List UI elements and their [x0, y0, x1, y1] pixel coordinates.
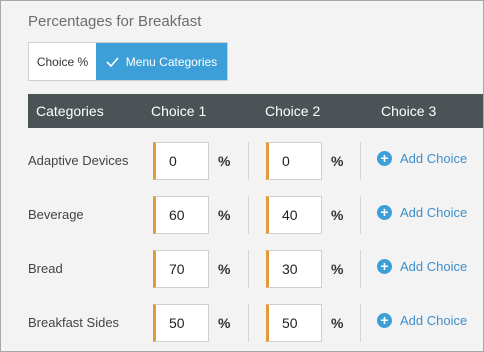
- choice-2-input[interactable]: [266, 250, 322, 288]
- percent-symbol: %: [331, 207, 344, 223]
- add-choice-button[interactable]: + Add Choice: [377, 205, 467, 220]
- header-choice-1: Choice 1: [151, 103, 207, 119]
- column-divider: [248, 250, 249, 288]
- row-category: Breakfast Sides: [28, 315, 120, 330]
- plus-icon: +: [377, 259, 392, 274]
- table-row: Beverage % % + Add Choice: [28, 196, 483, 250]
- add-choice-label: Add Choice: [400, 259, 468, 274]
- table-header: Categories Choice 1 Choice 2 Choice 3: [28, 94, 483, 128]
- check-icon: [106, 56, 119, 67]
- table-row: Adaptive Devices % % + Add Choice: [28, 142, 483, 196]
- choice-1-input[interactable]: [153, 250, 209, 288]
- add-choice-button[interactable]: + Add Choice: [377, 313, 467, 328]
- add-choice-label: Add Choice: [400, 205, 468, 220]
- header-choice-2: Choice 2: [265, 103, 321, 119]
- choice-1-input[interactable]: [153, 142, 209, 180]
- percentages-panel: Percentages for Breakfast Choice % Menu …: [0, 0, 484, 352]
- column-divider: [360, 304, 361, 342]
- choice-percent-button[interactable]: Choice %: [29, 43, 96, 80]
- column-divider: [248, 304, 249, 342]
- percent-symbol: %: [218, 315, 231, 331]
- add-choice-label: Add Choice: [400, 151, 468, 166]
- choice-2-input[interactable]: [266, 304, 322, 342]
- row-category: Beverage: [28, 207, 84, 222]
- page-title: Percentages for Breakfast: [28, 13, 202, 30]
- plus-icon: +: [377, 313, 392, 328]
- choice-2-input[interactable]: [266, 196, 322, 234]
- menu-categories-button[interactable]: Menu Categories: [96, 43, 227, 80]
- column-divider: [248, 196, 249, 234]
- row-category: Adaptive Devices: [28, 153, 129, 168]
- view-toggle: Choice % Menu Categories: [28, 42, 228, 81]
- percent-symbol: %: [331, 153, 344, 169]
- plus-icon: +: [377, 151, 392, 166]
- add-choice-label: Add Choice: [400, 313, 468, 328]
- header-choice-3: Choice 3: [381, 103, 437, 119]
- choice-2-input[interactable]: [266, 142, 322, 180]
- row-category: Bread: [28, 261, 63, 276]
- header-categories: Categories: [36, 103, 104, 119]
- percent-symbol: %: [331, 261, 344, 277]
- percent-symbol: %: [218, 207, 231, 223]
- percent-symbol: %: [331, 315, 344, 331]
- menu-categories-label: Menu Categories: [125, 54, 218, 69]
- percent-symbol: %: [218, 261, 231, 277]
- choice-1-input[interactable]: [153, 304, 209, 342]
- table-row: Bread % % + Add Choice: [28, 250, 483, 304]
- column-divider: [360, 196, 361, 234]
- percent-symbol: %: [218, 153, 231, 169]
- column-divider: [360, 142, 361, 180]
- column-divider: [360, 250, 361, 288]
- table-row: Breakfast Sides % % + Add Choice: [28, 304, 483, 351]
- choice-1-input[interactable]: [153, 196, 209, 234]
- add-choice-button[interactable]: + Add Choice: [377, 151, 467, 166]
- plus-icon: +: [377, 205, 392, 220]
- add-choice-button[interactable]: + Add Choice: [377, 259, 467, 274]
- column-divider: [248, 142, 249, 180]
